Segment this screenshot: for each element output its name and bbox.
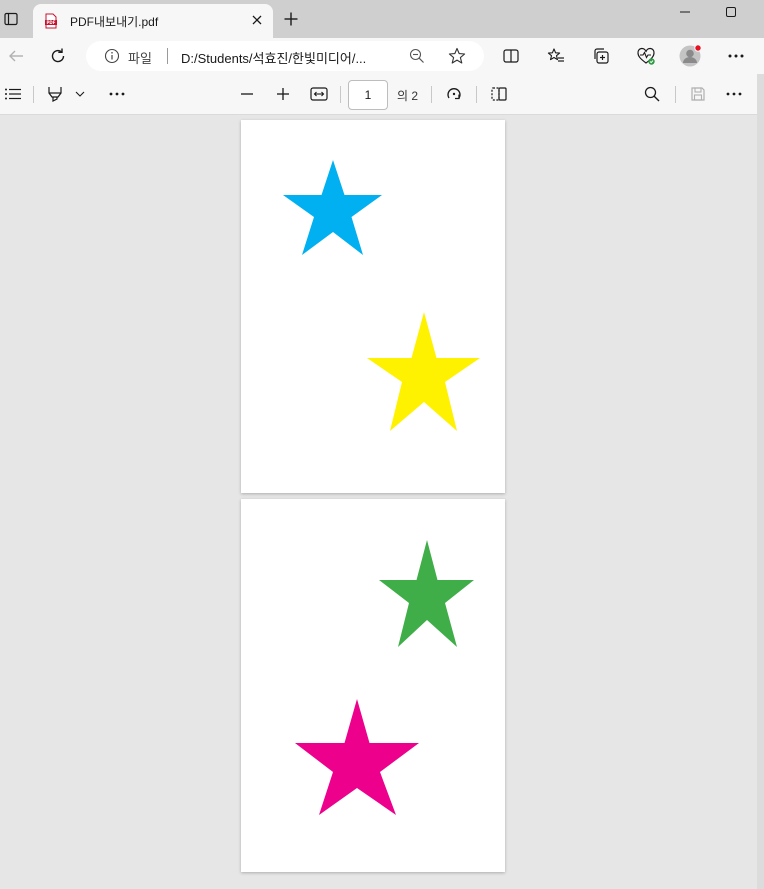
- minimize-icon: [680, 11, 690, 13]
- address-bar[interactable]: 파일 D:/Students/석효진/한빛미디어/...: [86, 41, 484, 71]
- rotate-icon: [447, 88, 461, 100]
- settings-menu-button[interactable]: [723, 43, 749, 69]
- chevron-down-icon: [75, 91, 85, 97]
- pdf-page-2: [241, 499, 505, 872]
- plus-icon: [284, 12, 298, 26]
- new-tab-button[interactable]: [281, 9, 301, 29]
- pdf-viewer[interactable]: [0, 115, 757, 889]
- favorites-button[interactable]: [543, 43, 569, 69]
- minimize-button[interactable]: [662, 0, 708, 24]
- profile-button[interactable]: [677, 43, 703, 69]
- page-view-icon: [491, 87, 507, 101]
- pdf-toolbar: 1 의 2: [0, 74, 757, 115]
- browser-essentials-button[interactable]: [633, 43, 659, 69]
- collections-icon: [594, 48, 609, 64]
- back-button[interactable]: [3, 43, 29, 69]
- split-screen-icon: [503, 49, 519, 63]
- info-icon[interactable]: [104, 48, 120, 64]
- search-button[interactable]: [641, 83, 663, 105]
- contents-button[interactable]: [2, 83, 24, 105]
- toolbar-divider: [476, 86, 477, 103]
- fit-to-width-button[interactable]: [308, 83, 330, 105]
- back-arrow-icon: [9, 50, 23, 62]
- toolbar-divider: [340, 86, 341, 103]
- favorites-list-icon: [547, 48, 564, 62]
- more-options-icon: [728, 54, 744, 58]
- toolbar-divider: [431, 86, 432, 103]
- page-view-button[interactable]: [488, 83, 510, 105]
- page-number-input[interactable]: 1: [348, 80, 388, 110]
- green-star: [379, 540, 474, 647]
- pdf-file-icon: PDF: [45, 13, 57, 29]
- refresh-button[interactable]: [45, 43, 71, 69]
- active-tab[interactable]: PDF PDF내보내기.pdf: [33, 4, 273, 38]
- tab-title: PDF내보내기.pdf: [70, 15, 159, 29]
- pdf-page-1: [241, 120, 505, 493]
- fit-to-width-icon: [310, 87, 328, 101]
- url-text[interactable]: D:/Students/석효진/한빛미디어/...: [181, 48, 366, 67]
- draw-button[interactable]: [44, 83, 66, 105]
- split-screen-button[interactable]: [498, 43, 524, 69]
- search-icon: [644, 86, 660, 102]
- url-scheme-label: 파일: [128, 51, 152, 66]
- refresh-icon: [51, 48, 65, 63]
- profile-avatar-icon: [679, 44, 702, 67]
- magenta-star: [295, 699, 419, 815]
- collections-button[interactable]: [588, 43, 614, 69]
- zoom-in-button[interactable]: [272, 83, 294, 105]
- tab-strip: PDF PDF내보내기.pdf: [0, 0, 764, 38]
- zoom-out-icon[interactable]: [409, 48, 425, 64]
- pdf-favicon-label: PDF: [47, 20, 56, 25]
- maximize-icon: [726, 7, 736, 17]
- rotate-button[interactable]: [443, 83, 465, 105]
- zoom-out-button[interactable]: [236, 83, 258, 105]
- toolbar-divider: [33, 86, 34, 103]
- browser-essentials-icon: [637, 47, 655, 65]
- yellow-star: [367, 312, 480, 431]
- minus-icon: [241, 93, 253, 95]
- close-tab-button[interactable]: [249, 12, 265, 28]
- viewer-scrollbar[interactable]: [757, 74, 764, 889]
- maximize-button[interactable]: [708, 0, 754, 24]
- plus-icon: [277, 88, 289, 100]
- draw-options-dropdown[interactable]: [70, 83, 90, 105]
- close-icon: [252, 15, 262, 25]
- page-total-label: 의 2: [397, 89, 419, 103]
- save-icon: [691, 87, 705, 101]
- more-tools-button[interactable]: [106, 83, 128, 105]
- more-options-icon: [726, 92, 742, 96]
- blue-star: [283, 160, 382, 255]
- highlighter-icon: [48, 87, 62, 102]
- tab-actions-button[interactable]: [0, 6, 22, 32]
- more-options-icon: [109, 92, 125, 96]
- toolbar-divider: [675, 86, 676, 103]
- star-outline-icon[interactable]: [448, 47, 466, 65]
- tab-actions-icon: [4, 12, 18, 26]
- save-button[interactable]: [687, 83, 709, 105]
- navigation-bar: 파일 D:/Students/석효진/한빛미디어/...: [0, 38, 764, 74]
- address-divider: [167, 48, 168, 64]
- pdf-more-options-button[interactable]: [723, 83, 745, 105]
- table-of-contents-icon: [5, 88, 21, 100]
